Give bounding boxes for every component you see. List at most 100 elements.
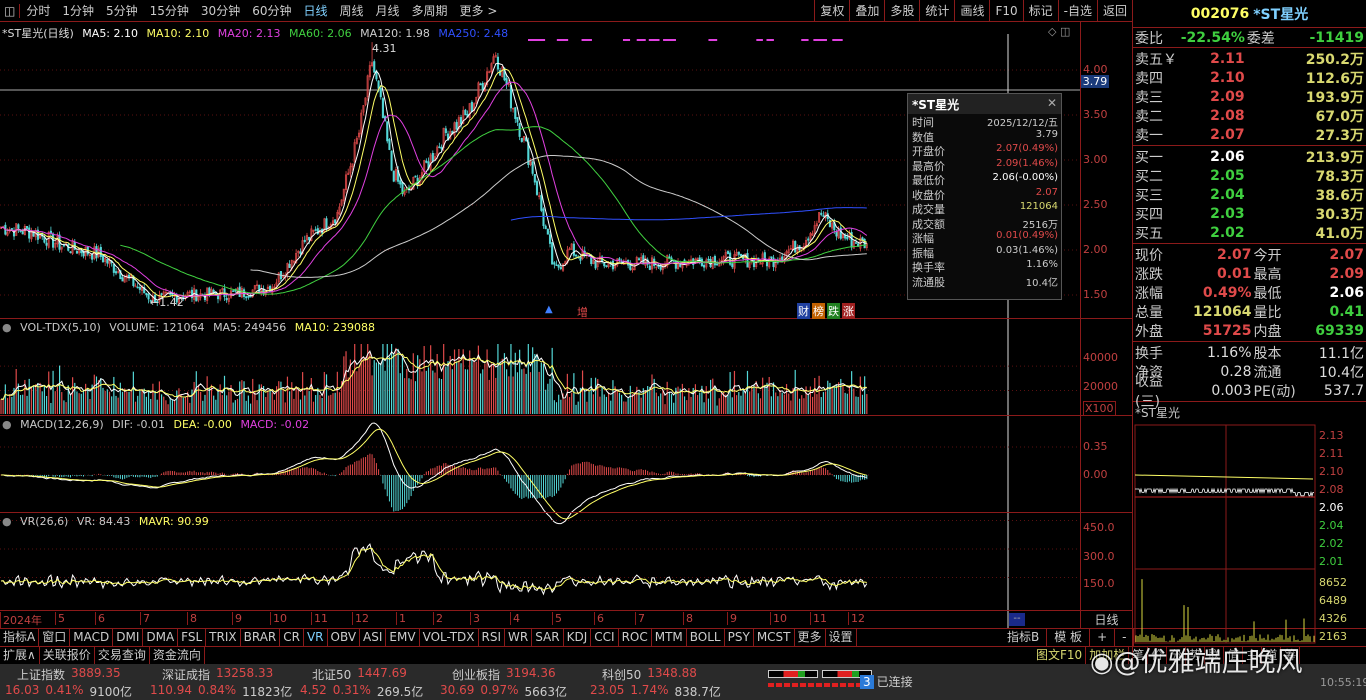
extension-tab[interactable]: 交易查询 bbox=[95, 646, 150, 664]
index-item[interactable]: 上证指数 3889.35 16.03 0.41% 9100亿 bbox=[5, 666, 155, 700]
price-axis-label: 1.50 bbox=[1083, 288, 1108, 301]
indicator-tab[interactable]: MCST bbox=[754, 628, 795, 646]
indicator-tab[interactable]: ROC bbox=[619, 628, 652, 646]
period-tab[interactable]: 日线 bbox=[297, 2, 333, 19]
indicator-tab[interactable]: MTM bbox=[652, 628, 687, 646]
extension-tab[interactable]: 资金流向 bbox=[150, 646, 205, 664]
tool-button[interactable]: 标记 bbox=[1022, 0, 1058, 22]
badge-die[interactable]: 跌 bbox=[827, 303, 840, 319]
stat-value: 69339 bbox=[1315, 322, 1364, 339]
indicator-tab[interactable]: KDJ bbox=[564, 628, 592, 646]
period-tab[interactable]: 5分钟 bbox=[100, 2, 144, 19]
indicator-tab[interactable]: 设置 bbox=[826, 628, 857, 646]
tool-button[interactable]: -自选 bbox=[1057, 0, 1097, 22]
index-item[interactable]: 创业板指 3194.36 30.69 0.97% 5663亿 bbox=[440, 666, 590, 700]
stat-value: 2.06 bbox=[1329, 284, 1364, 301]
indicator-tab[interactable]: BRAR bbox=[241, 628, 281, 646]
candle-body bbox=[551, 242, 554, 265]
order-volume: 78.3万 bbox=[1315, 168, 1364, 185]
tool-button[interactable]: 统计 bbox=[919, 0, 954, 22]
indicator-tab[interactable]: ASI bbox=[360, 628, 387, 646]
period-tab[interactable]: 更多 > bbox=[454, 2, 504, 19]
index-item[interactable]: 深证成指 13258.33 110.94 0.84% 11823亿 bbox=[150, 666, 300, 700]
intraday-price-label: 2.02 bbox=[1319, 537, 1344, 550]
stat-row: 外盘 51725 内盘 69339 bbox=[1133, 321, 1366, 340]
tool-button[interactable]: 叠加 bbox=[849, 0, 884, 22]
tool-button[interactable]: F10 bbox=[989, 0, 1022, 22]
tooltip-value: 0.03(1.46%) bbox=[996, 244, 1058, 256]
index-item[interactable]: 科创50 1348.88 23.05 1.74% 838.7亿 bbox=[590, 666, 740, 700]
badge-cai[interactable]: 财 bbox=[797, 303, 810, 319]
close-icon[interactable]: ✕ bbox=[1047, 96, 1057, 112]
indicator-tab[interactable]: TRIX bbox=[206, 628, 241, 646]
indicator-tab[interactable]: 指标A bbox=[0, 628, 40, 646]
indicator-tab[interactable]: VR bbox=[304, 628, 328, 646]
stat-value: 10.4亿 bbox=[1318, 364, 1364, 381]
date-label: 9 bbox=[232, 612, 242, 625]
indicator-tab[interactable]: VOL-TDX bbox=[420, 628, 479, 646]
indicator-tab[interactable]: DMA bbox=[143, 628, 179, 646]
period-tab[interactable]: 分时 bbox=[20, 2, 56, 19]
indicator-tab[interactable]: OBV bbox=[328, 628, 361, 646]
index-item[interactable]: 北证50 1447.69 4.52 0.31% 269.5亿 bbox=[300, 666, 450, 700]
period-tab[interactable]: 月线 bbox=[370, 2, 406, 19]
period-tab[interactable]: 周线 bbox=[334, 2, 370, 19]
indicator-tab[interactable]: MACD bbox=[70, 628, 114, 646]
period-tab[interactable]: 30分钟 bbox=[195, 2, 246, 19]
connection-status[interactable]: 3 已连接 bbox=[860, 673, 913, 690]
weibo-icon: ◉ bbox=[1090, 647, 1114, 678]
indicator-tab[interactable]: EMV bbox=[386, 628, 420, 646]
date-label: 8 bbox=[187, 612, 197, 625]
indicator-tab[interactable]: RSI bbox=[479, 628, 506, 646]
intraday-chart[interactable]: 2.13 2.11 2.10 2.08 2.06 2.04 2.02 2.01 8652 6489… bbox=[1133, 423, 1366, 645]
intraday-price-label: 2.11 bbox=[1319, 447, 1344, 460]
stat-value: 1.16% bbox=[1207, 344, 1252, 361]
extension-tab[interactable]: 关联报价 bbox=[40, 646, 95, 664]
badge-bang[interactable]: 榜 bbox=[812, 303, 825, 319]
panel-toggle-icon[interactable]: ◫ bbox=[0, 3, 21, 18]
indicator-tab[interactable]: CR bbox=[280, 628, 304, 646]
candle-body bbox=[737, 251, 740, 255]
collapse-icon[interactable]: ● bbox=[2, 515, 12, 528]
order-volume: 38.6万 bbox=[1315, 187, 1364, 204]
candle-body bbox=[138, 287, 141, 290]
candle-body bbox=[28, 227, 31, 239]
indicator-tab[interactable]: 更多 bbox=[795, 628, 826, 646]
tool-button[interactable]: 返回 bbox=[1096, 0, 1132, 22]
tool-button[interactable]: 复权 bbox=[814, 0, 849, 22]
right-extension-tab[interactable]: 图文F10 bbox=[1033, 646, 1087, 664]
right-indicator-tab[interactable]: 指标B bbox=[1000, 628, 1048, 646]
indicator-tab[interactable]: SAR bbox=[532, 628, 564, 646]
stat-value: 2.07 bbox=[1329, 246, 1364, 263]
candle-body bbox=[80, 250, 83, 254]
tool-button[interactable]: 画线 bbox=[954, 0, 989, 22]
extension-tab[interactable]: 扩展∧ bbox=[0, 646, 40, 664]
period-tab[interactable]: 60分钟 bbox=[246, 2, 297, 19]
period-tab[interactable]: 15分钟 bbox=[144, 2, 195, 19]
macd-axis-label: 0.35 bbox=[1083, 440, 1108, 453]
indicator-tab[interactable]: WR bbox=[505, 628, 533, 646]
period-tab[interactable]: 1分钟 bbox=[56, 2, 100, 19]
stat-row: 现价 2.07 今开 2.07 bbox=[1133, 245, 1366, 264]
collapse-icon[interactable]: ● bbox=[2, 418, 12, 431]
indicator-tab[interactable]: FSL bbox=[178, 628, 207, 646]
indicator-tab[interactable]: PSY bbox=[725, 628, 754, 646]
diamond-icon[interactable]: ◇ ◫ bbox=[1048, 25, 1070, 38]
badge-zhang[interactable]: 涨 bbox=[842, 303, 855, 319]
indicator-tab[interactable]: DMI bbox=[113, 628, 144, 646]
candle-body bbox=[247, 296, 250, 298]
indicator-tab[interactable]: CCI bbox=[591, 628, 619, 646]
period-tab[interactable]: 多周期 bbox=[406, 2, 454, 19]
indicator-tab[interactable]: 窗口 bbox=[39, 628, 71, 646]
collapse-icon[interactable]: ● bbox=[2, 321, 12, 334]
extension-tabs: 扩展∧ 关联报价 交易查询 资金流向 bbox=[0, 646, 205, 664]
tool-button[interactable]: 多股 bbox=[884, 0, 919, 22]
order-volume: 67.0万 bbox=[1315, 108, 1364, 125]
order-price: 2.03 bbox=[1210, 205, 1245, 222]
right-indicator-tab[interactable]: 模 板 bbox=[1047, 628, 1091, 646]
panel-divider bbox=[0, 318, 1132, 319]
weibi-value: -22.54% bbox=[1180, 29, 1245, 46]
indicator-tab[interactable]: BOLL bbox=[687, 628, 725, 646]
date-label: 2 bbox=[433, 612, 443, 625]
intraday-vol-label: 6489 bbox=[1319, 594, 1347, 607]
